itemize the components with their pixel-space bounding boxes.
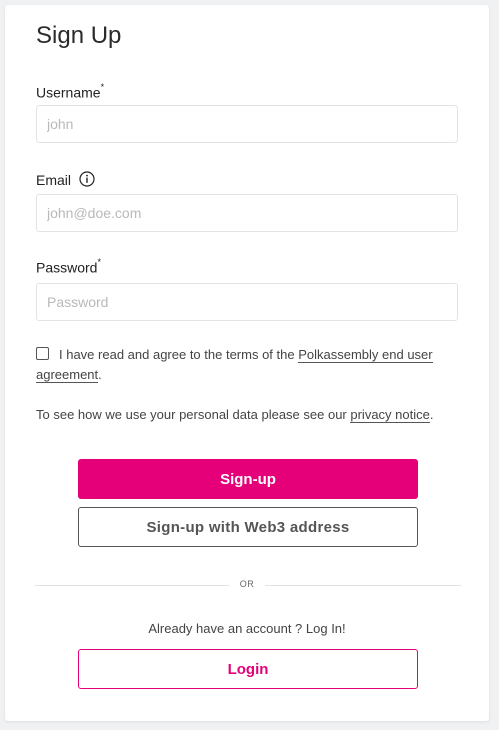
- divider-line-right: [265, 585, 461, 586]
- privacy-notice-link[interactable]: privacy notice: [350, 407, 430, 423]
- page-title: Sign Up: [36, 22, 122, 49]
- username-input[interactable]: [36, 105, 458, 143]
- email-label: Email: [36, 171, 95, 188]
- login-button[interactable]: Login: [78, 649, 418, 689]
- username-label: Username*: [36, 82, 105, 101]
- password-input[interactable]: [36, 283, 458, 321]
- privacy-text: To see how we use your personal data ple…: [36, 407, 434, 423]
- divider-or-text: OR: [239, 579, 255, 589]
- terms-text: I have read and agree to the terms of th…: [36, 347, 433, 383]
- signup-web3-button[interactable]: Sign-up with Web3 address: [78, 507, 418, 547]
- required-mark: *: [100, 82, 105, 92]
- signup-button[interactable]: Sign-up: [78, 459, 418, 499]
- divider-line-left: [35, 585, 229, 586]
- required-mark: *: [97, 257, 101, 267]
- password-label: Password*: [36, 257, 101, 276]
- email-input[interactable]: [36, 194, 458, 232]
- signup-card: Sign Up Username* Email Password* I have…: [5, 5, 489, 721]
- info-circle-icon[interactable]: [79, 171, 95, 187]
- already-have-account-text: Already have an account ? Log In!: [148, 621, 346, 636]
